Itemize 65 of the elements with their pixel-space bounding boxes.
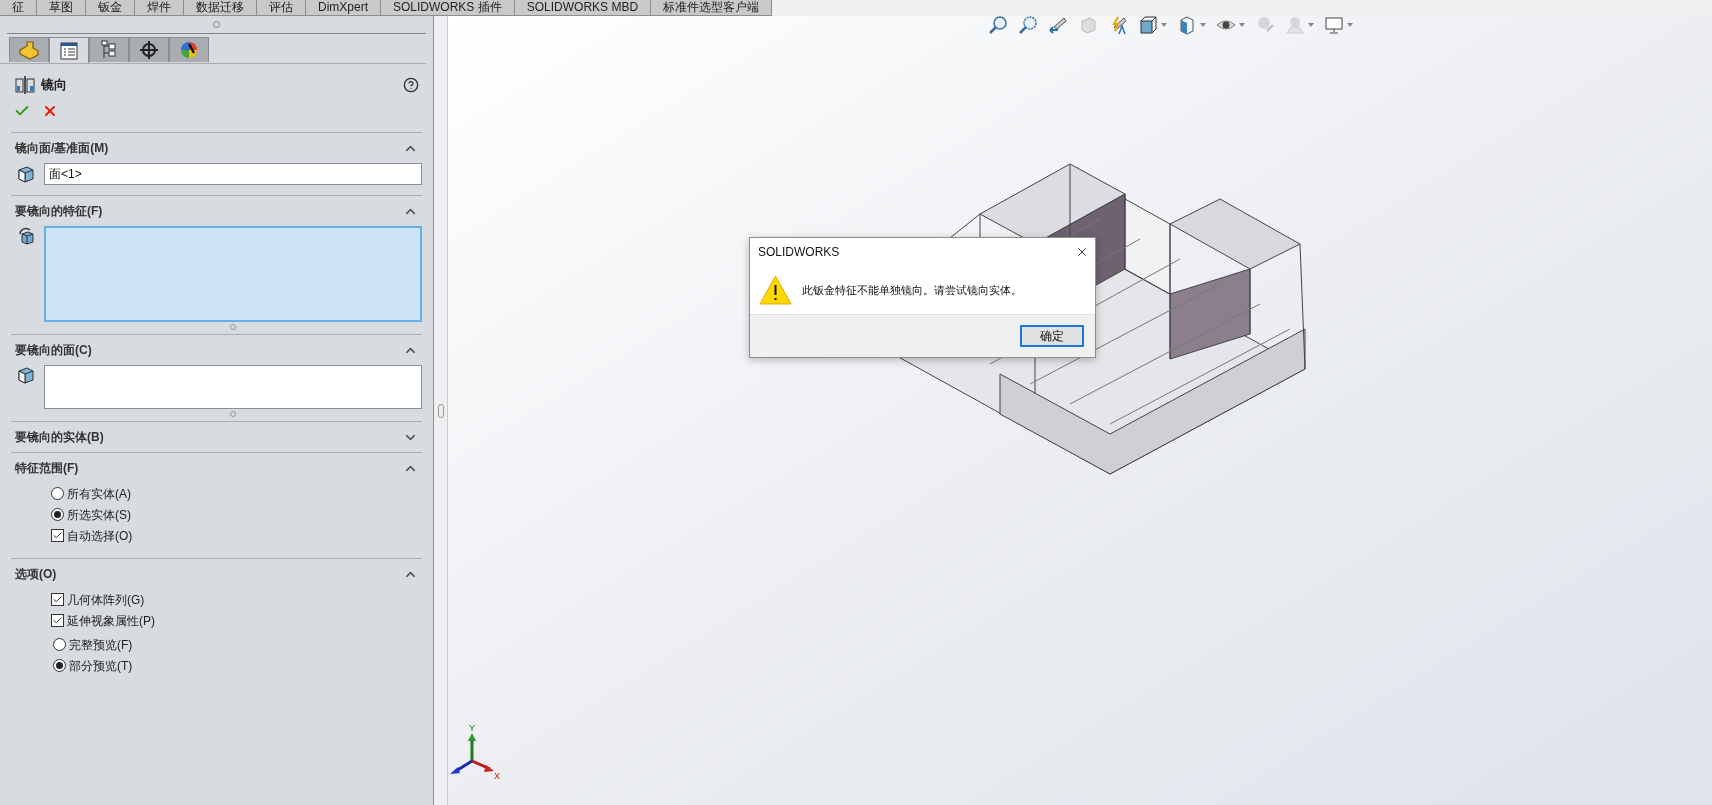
checkbox-label: 几何体阵列(G)	[67, 591, 145, 609]
caret-icon[interactable]	[1239, 23, 1245, 27]
checkbox-label: 自动选择(O)	[67, 527, 133, 545]
radio-label: 所选实体(S)	[67, 506, 131, 524]
command-tab[interactable]: 标准件选型客户端	[651, 0, 773, 16]
section-title: 镜向面/基准面(M)	[15, 140, 109, 157]
command-tab[interactable]: 草图	[37, 0, 86, 16]
section-title: 选项(O)	[15, 566, 57, 583]
panel-tab[interactable]	[169, 37, 209, 62]
checkbox-label: 延伸视象属性(P)	[67, 612, 155, 630]
crosshair-icon	[139, 40, 159, 60]
mirror-icon	[15, 76, 35, 94]
display-style-icon[interactable]	[1177, 15, 1197, 35]
face-cube-icon	[16, 365, 36, 385]
feature-cube-icon	[16, 226, 36, 246]
command-tab[interactable]: 焊件	[135, 0, 184, 16]
checkbox[interactable]	[51, 614, 64, 627]
view-orientation-icon[interactable]	[1138, 15, 1158, 35]
section-title: 要镜向的特征(F)	[15, 203, 103, 220]
panel-tab[interactable]	[49, 37, 89, 63]
radio-label: 部分预览(T)	[69, 657, 133, 675]
caret-icon[interactable]	[1308, 23, 1314, 27]
command-tab[interactable]: SOLIDWORKS MBD	[514, 0, 652, 16]
radio-button[interactable]	[51, 508, 64, 521]
configuration-tree-icon	[100, 40, 118, 60]
color-wheel-icon	[179, 40, 199, 60]
command-tab[interactable]: DimXpert	[306, 0, 381, 16]
panel-tab[interactable]	[9, 37, 49, 62]
ok-button[interactable]: 确定	[1020, 325, 1084, 347]
checkbox[interactable]	[51, 529, 64, 542]
selection-list-box[interactable]	[44, 365, 422, 409]
command-tab[interactable]: 评估	[257, 0, 306, 16]
dialog-message: 此钣金特征不能单独镜向。请尝试镜向实体。	[802, 282, 1022, 298]
section-title: 要镜向的面(C)	[15, 342, 92, 359]
command-tab[interactable]: SOLIDWORKS 插件	[381, 0, 515, 16]
radio-button[interactable]	[53, 638, 66, 651]
cancel-button[interactable]	[42, 103, 58, 119]
command-tab[interactable]: 数据迁移	[184, 0, 257, 16]
section-title: 特征范围(F)	[15, 460, 79, 477]
section-title: 要镜向的实体(B)	[15, 429, 104, 446]
checkbox[interactable]	[51, 593, 64, 606]
help-icon[interactable]	[403, 77, 419, 93]
command-tab[interactable]: 钣金	[86, 0, 135, 16]
dialog-title: SOLIDWORKS	[758, 244, 840, 261]
radio-label: 完整预览(F)	[69, 636, 133, 654]
mirror-plane-field[interactable]: 面<1>	[44, 163, 422, 185]
caret-icon[interactable]	[1200, 23, 1206, 27]
monitor-icon[interactable]	[1324, 15, 1344, 35]
panel-title: 镜向	[41, 76, 67, 95]
zoom-to-fit-icon[interactable]	[988, 15, 1008, 35]
caret-icon[interactable]	[1161, 23, 1167, 27]
warning-icon	[759, 275, 792, 305]
radio-button[interactable]	[53, 659, 66, 672]
part-icon	[18, 40, 40, 60]
command-tab[interactable]: 征	[0, 0, 37, 16]
radio-button[interactable]	[51, 487, 64, 500]
axis-triad-drawing: Y X	[450, 723, 500, 781]
property-list-icon	[59, 40, 79, 61]
radio-label: 所有实体(A)	[67, 485, 131, 503]
close-icon[interactable]	[1075, 245, 1089, 259]
zoom-area-icon[interactable]	[1018, 15, 1038, 35]
face-cube-icon	[16, 164, 36, 184]
panel-tab[interactable]	[89, 37, 129, 62]
caret-icon[interactable]	[1347, 23, 1353, 27]
panel-tab[interactable]	[129, 37, 169, 62]
